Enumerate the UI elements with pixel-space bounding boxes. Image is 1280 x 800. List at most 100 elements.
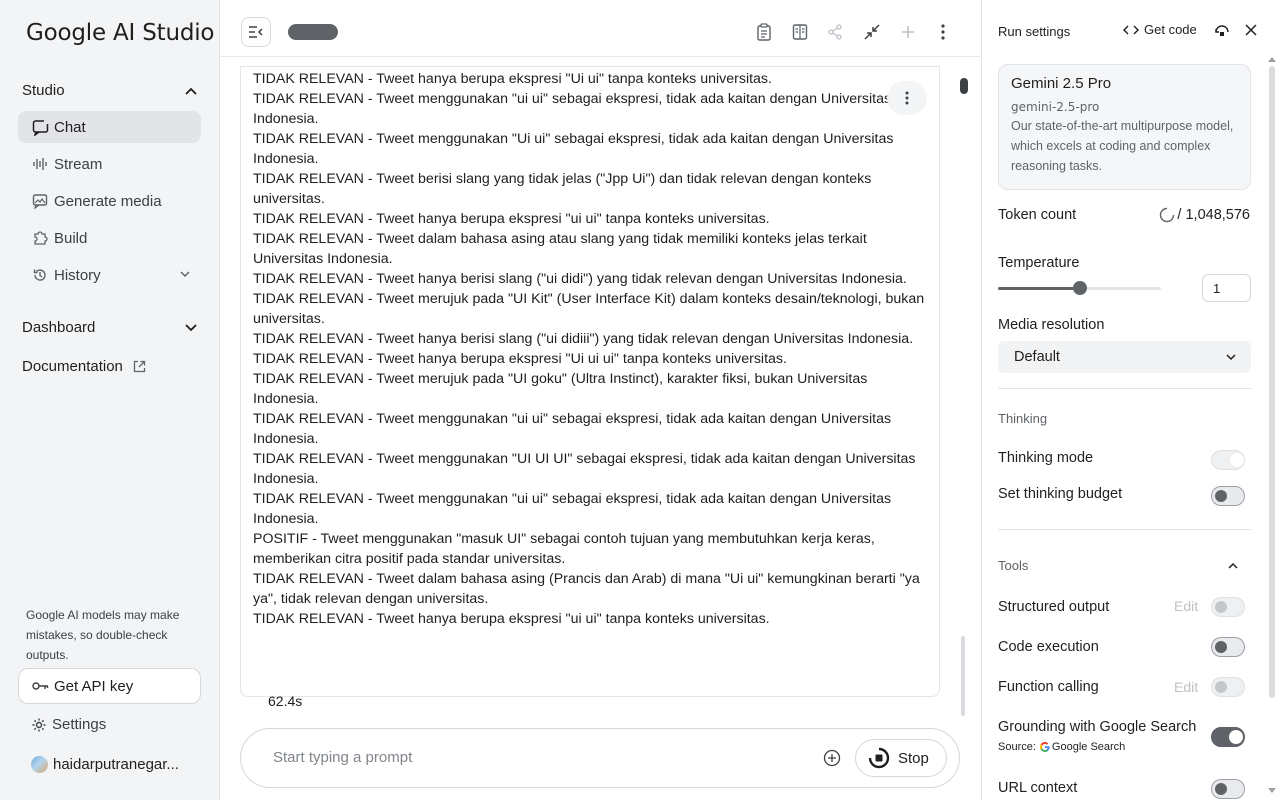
close-icon[interactable] (1244, 23, 1258, 37)
chevron-up-icon (184, 84, 198, 98)
get-api-key-button[interactable]: Get API key (18, 668, 201, 704)
response-line: TIDAK RELEVAN - Tweet dalam bahasa asing… (253, 231, 867, 267)
source-value: Google Search (1051, 741, 1126, 753)
source-label: Source: (998, 741, 1036, 753)
documentation-link[interactable]: Documentation (22, 358, 198, 375)
response-line: TIDAK RELEVAN - Tweet menggunakan "ui ui… (253, 411, 892, 447)
chat-scrollbar-thumb[interactable] (960, 78, 968, 94)
response-text: TIDAK RELEVAN - Tweet hanya berupa ekspr… (253, 67, 925, 629)
temperature-slider-thumb[interactable] (1073, 281, 1087, 295)
response-line: TIDAK RELEVAN - Tweet merujuk pada "UI K… (253, 291, 925, 327)
divider (998, 388, 1251, 389)
thinking-budget-toggle[interactable] (1211, 486, 1245, 506)
stop-button[interactable]: Stop (855, 739, 947, 777)
token-count-label: Token count (998, 207, 1077, 223)
external-link-icon (133, 360, 146, 373)
prompt-box: Stop (240, 728, 960, 788)
chat-icon (31, 118, 49, 136)
message-options-button[interactable] (887, 81, 927, 115)
media-icon (31, 192, 49, 210)
avatar (31, 756, 48, 773)
sidebar-item-label: Chat (54, 118, 86, 136)
google-g-icon (1039, 742, 1050, 752)
response-line: TIDAK RELEVAN - Tweet hanya berisi slang… (253, 271, 907, 287)
user-account[interactable]: haidarputranegar... (31, 756, 179, 773)
prompt-input[interactable] (273, 749, 773, 766)
sidebar-item-stream[interactable]: Stream (18, 148, 201, 180)
structured-output-toggle[interactable] (1211, 597, 1245, 617)
url-context-label: URL context (998, 780, 1078, 796)
model-name: Gemini 2.5 Pro (1011, 75, 1112, 92)
app-logo[interactable]: Google AI Studio (26, 20, 215, 46)
add-media-icon[interactable] (823, 749, 841, 767)
grounding-source: Source: Google Search (998, 741, 1125, 753)
response-line: TIDAK RELEVAN - Tweet berisi slang yang … (253, 171, 872, 207)
chat-scrollbar-track[interactable] (961, 636, 965, 716)
code-icon (1123, 24, 1139, 36)
history-icon (31, 266, 49, 284)
model-selector[interactable]: Gemini 2.5 Pro gemini-2.5-pro Our state-… (998, 64, 1251, 190)
code-execution-label: Code execution (998, 639, 1099, 655)
collapse-sidebar-button[interactable] (241, 17, 271, 47)
more-vert-icon[interactable] (933, 22, 953, 42)
grounding-label: Grounding with Google Search (998, 719, 1197, 735)
loading-spinner-icon (1159, 207, 1175, 223)
url-context-toggle[interactable] (1211, 779, 1245, 799)
reset-settings-icon[interactable] (1214, 23, 1230, 39)
studio-section-toggle[interactable]: Studio (22, 82, 198, 99)
sidebar-item-label: Generate media (54, 192, 162, 210)
media-resolution-select[interactable]: Default (998, 341, 1251, 373)
studio-label: Studio (22, 82, 65, 99)
get-code-button[interactable]: Get code (1123, 22, 1197, 37)
dashboard-label: Dashboard (22, 319, 96, 336)
temperature-slider[interactable] (998, 281, 1161, 295)
documentation-label: Documentation (22, 358, 123, 375)
disclaimer-text: Google AI models may make mistakes, so d… (26, 608, 180, 662)
temperature-input[interactable]: 1 (1202, 274, 1251, 302)
model-response: TIDAK RELEVAN - Tweet hanya berupa ekspr… (240, 66, 940, 697)
sidebar-item-chat[interactable]: Chat (18, 111, 201, 143)
stream-icon (31, 155, 49, 173)
response-line: TIDAK RELEVAN - Tweet merujuk pada "UI g… (253, 371, 868, 407)
sidebar-item-history[interactable]: History (18, 259, 201, 291)
share-icon[interactable] (825, 22, 845, 42)
sidebar-item-label: History (54, 266, 101, 284)
compress-icon[interactable] (862, 22, 882, 42)
key-icon (32, 680, 49, 692)
settings-scrollbar[interactable] (1269, 66, 1275, 698)
response-line: TIDAK RELEVAN - Tweet hanya berupa ekspr… (253, 71, 772, 87)
clipboard-icon[interactable] (754, 22, 774, 42)
plus-icon[interactable] (898, 22, 918, 42)
function-calling-toggle[interactable] (1211, 677, 1245, 697)
thinking-mode-toggle[interactable] (1211, 450, 1245, 470)
compare-icon[interactable] (790, 22, 810, 42)
function-calling-edit-link[interactable]: Edit (1174, 679, 1198, 695)
tools-section-label: Tools (998, 558, 1029, 573)
response-line: TIDAK RELEVAN - Tweet hanya berisi slang… (253, 331, 914, 347)
function-calling-label: Function calling (998, 679, 1099, 695)
scroll-up-arrow-icon[interactable] (1268, 56, 1276, 62)
code-execution-toggle[interactable] (1211, 637, 1245, 657)
chevron-down-icon (184, 321, 198, 335)
build-icon (31, 229, 49, 247)
structured-output-edit-link[interactable]: Edit (1174, 598, 1198, 614)
model-id: gemini-2.5-pro (1011, 100, 1100, 114)
response-line: TIDAK RELEVAN - Tweet hanya berupa ekspr… (253, 611, 770, 627)
gear-icon (31, 717, 47, 733)
sidebar-item-generate-media[interactable]: Generate media (18, 185, 201, 217)
response-line: TIDAK RELEVAN - Tweet menggunakan "UI UI… (253, 451, 916, 487)
dashboard-section-toggle[interactable]: Dashboard (22, 319, 198, 336)
thinking-budget-label: Set thinking budget (998, 486, 1123, 502)
sidebar-item-build[interactable]: Build (18, 222, 201, 254)
settings-link[interactable]: Settings (31, 716, 106, 733)
chevron-up-icon[interactable] (1227, 560, 1239, 572)
chevron-down-icon (179, 268, 191, 280)
thinking-section-label: Thinking (998, 411, 1048, 426)
media-resolution-label: Media resolution (998, 317, 1105, 333)
chat-title-placeholder[interactable] (288, 24, 338, 40)
settings-label: Settings (52, 716, 107, 733)
structured-output-label: Structured output (998, 599, 1110, 615)
scroll-down-arrow-icon[interactable] (1268, 788, 1276, 794)
grounding-toggle[interactable] (1211, 727, 1245, 747)
more-vert-icon (905, 91, 909, 105)
